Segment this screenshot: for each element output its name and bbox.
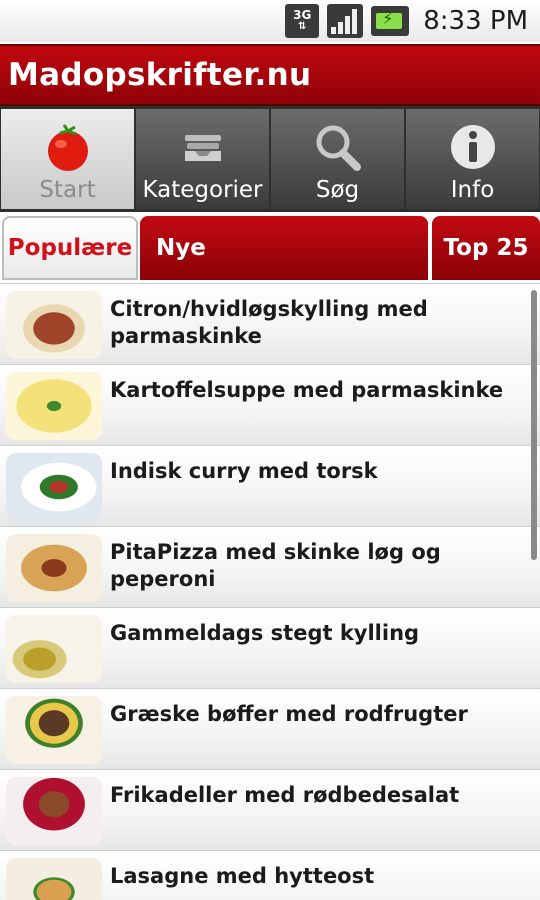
tab-info-label: Info bbox=[450, 177, 495, 203]
title-bar: Madopskrifter.nu bbox=[0, 44, 540, 106]
tab-populaere[interactable]: Populære bbox=[2, 216, 138, 280]
search-icon bbox=[311, 121, 365, 173]
list-scrollbar[interactable] bbox=[531, 290, 537, 560]
recipe-thumbnail bbox=[6, 615, 102, 683]
recipe-title: Græske bøffer med rodfrugter bbox=[110, 702, 468, 726]
tab-info[interactable]: Info bbox=[406, 109, 539, 209]
recipe-thumbnail bbox=[6, 858, 102, 900]
tab-kategorier[interactable]: Kategorier bbox=[136, 109, 269, 209]
recipe-thumbnail bbox=[6, 372, 102, 440]
recipe-title: Indisk curry med torsk bbox=[110, 459, 378, 483]
tomato-icon bbox=[42, 121, 94, 173]
tab-nye[interactable]: Nye bbox=[140, 216, 428, 280]
category-tray-icon bbox=[181, 121, 225, 173]
clock: 8:33 PM bbox=[423, 6, 528, 36]
recipe-thumbnail bbox=[6, 453, 102, 521]
info-icon bbox=[448, 121, 498, 173]
list-item[interactable]: Lasagne med hytteost bbox=[0, 851, 540, 900]
list-item[interactable]: Gammeldags stegt kylling bbox=[0, 608, 540, 689]
list-item[interactable]: Citron/hvidløgskylling med parmaskinke bbox=[0, 284, 540, 365]
recipe-title: Citron/hvidløgskylling med parmaskinke bbox=[110, 297, 428, 348]
recipe-thumbnail bbox=[6, 534, 102, 602]
tab-kategorier-label: Kategorier bbox=[142, 177, 263, 203]
list-item[interactable]: Indisk curry med torsk bbox=[0, 446, 540, 527]
recipe-title: Kartoffelsuppe med parmaskinke bbox=[110, 378, 504, 402]
network-3g-icon: 3G ⇅ bbox=[285, 4, 320, 38]
tab-start-label: Start bbox=[39, 177, 96, 203]
recipe-thumbnail bbox=[6, 291, 102, 359]
list-item[interactable]: Kartoffelsuppe med parmaskinke bbox=[0, 365, 540, 446]
list-item[interactable]: PitaPizza med skinke løg og peperoni bbox=[0, 527, 540, 608]
tab-top-25-label: Top 25 bbox=[443, 235, 529, 261]
recipe-title: Gammeldags stegt kylling bbox=[110, 621, 420, 645]
tab-top-25[interactable]: Top 25 bbox=[432, 216, 540, 280]
battery-charging-icon bbox=[371, 6, 410, 36]
tab-start[interactable]: Start bbox=[1, 109, 134, 209]
tab-sog-label: Søg bbox=[315, 177, 360, 203]
recipe-title: Lasagne med hytteost bbox=[110, 864, 375, 888]
recipe-thumbnail bbox=[6, 696, 102, 764]
recipe-list[interactable]: Citron/hvidløgskylling med parmaskinke K… bbox=[0, 284, 540, 900]
recipe-thumbnail bbox=[6, 777, 102, 845]
tab-nye-label: Nye bbox=[156, 235, 206, 261]
main-tab-bar: Start Kategorier Søg Info bbox=[0, 106, 540, 212]
tab-populaere-label: Populære bbox=[7, 235, 133, 261]
app-title: Madopskrifter.nu bbox=[8, 57, 312, 93]
recipe-title: Frikadeller med rødbedesalat bbox=[110, 783, 460, 807]
signal-strength-icon bbox=[327, 4, 364, 38]
network-label: 3G bbox=[293, 8, 312, 22]
list-item[interactable]: Græske bøffer med rodfrugter bbox=[0, 689, 540, 770]
list-item[interactable]: Frikadeller med rødbedesalat bbox=[0, 770, 540, 851]
sub-tab-bar: Populære Nye Top 25 bbox=[0, 212, 540, 284]
status-bar: 3G ⇅ 8:33 PM bbox=[0, 0, 540, 42]
recipe-title: PitaPizza med skinke løg og peperoni bbox=[110, 540, 441, 591]
tab-sog[interactable]: Søg bbox=[271, 109, 404, 209]
